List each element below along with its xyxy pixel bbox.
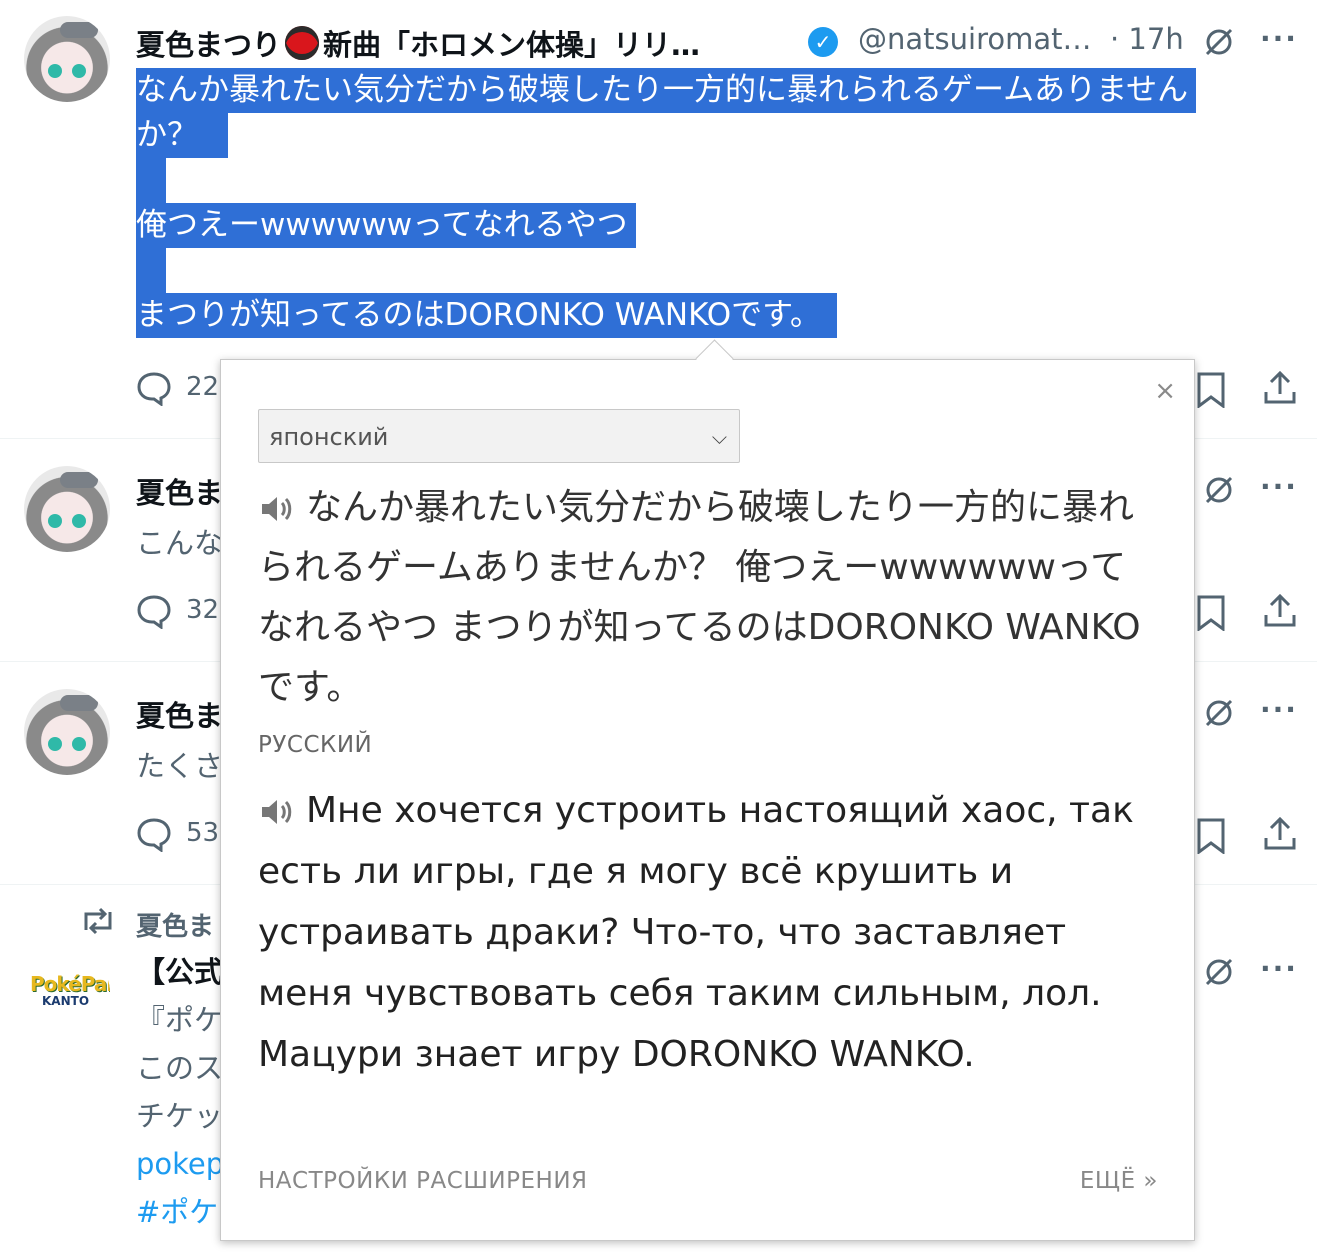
author-name[interactable]: 夏色まつり 新曲「ホロメン体操」リリ… [136, 22, 700, 64]
translated-text: Мне хочется устроить настоящий хаос, так… [258, 790, 1134, 1075]
tweet-time[interactable]: · 17h [1110, 22, 1184, 56]
share-icon[interactable] [1262, 370, 1298, 406]
tweet-link[interactable]: pokep [136, 1140, 224, 1188]
retweeted-by[interactable]: 夏色ま [136, 906, 214, 943]
tweet-text: たくさ [136, 749, 224, 783]
verified-badge-icon: ✓ [808, 27, 838, 57]
bookmark-icon[interactable] [1196, 818, 1226, 854]
close-icon[interactable]: × [1154, 376, 1176, 406]
translator-popup: × японский ⌵ なんか暴れたい気分だから破壊したり一方的に暴れられるゲ… [220, 339, 1195, 1241]
reply-count: 22 [186, 372, 220, 402]
grok-icon[interactable] [1203, 474, 1235, 506]
grok-icon[interactable] [1203, 956, 1235, 988]
avatar[interactable] [24, 466, 110, 552]
more-link[interactable]: ЕЩЁ » [1080, 1168, 1158, 1194]
more-options-icon[interactable]: ··· [1260, 693, 1298, 726]
share-icon[interactable] [1262, 816, 1298, 852]
lantern-emoji-icon [285, 26, 320, 60]
retweet-icon [84, 907, 112, 935]
reply-count: 53 [186, 818, 220, 848]
extension-settings-link[interactable]: НАСТРОЙКИ РАСШИРЕНИЯ [258, 1168, 588, 1194]
pokepark-logo-sub: KANTO [42, 994, 90, 1008]
grok-icon[interactable] [1203, 697, 1235, 729]
avatar[interactable] [24, 16, 110, 102]
reply-icon[interactable] [136, 816, 172, 852]
reply-icon[interactable] [136, 370, 172, 406]
reply-icon[interactable] [136, 593, 172, 629]
speaker-icon[interactable] [258, 797, 296, 827]
bookmark-icon[interactable] [1196, 595, 1226, 631]
source-text: なんか暴れたい気分だから破壊したり一方的に暴れられるゲームありませんか？ 俺つえ… [258, 487, 1141, 708]
avatar[interactable] [24, 689, 110, 775]
hashtag-link[interactable]: #ポケ [136, 1188, 224, 1236]
more-options-icon[interactable]: ··· [1260, 22, 1298, 55]
grok-icon[interactable] [1203, 26, 1235, 58]
chevron-down-icon: ⌵ [711, 425, 727, 449]
bookmark-icon[interactable] [1196, 372, 1226, 408]
share-icon[interactable] [1262, 593, 1298, 629]
author-name[interactable]: 夏色ま [136, 470, 223, 512]
target-language-label: РУССКИЙ [258, 732, 373, 758]
more-options-icon[interactable]: ··· [1260, 952, 1298, 985]
author-name[interactable]: 夏色ま [136, 693, 223, 735]
pokepark-logo: PokéPark [30, 972, 110, 996]
tweet-text: こんな [136, 526, 224, 560]
source-language-select[interactable]: японский ⌵ [258, 409, 740, 463]
tweet-text: 【公式 『ポケ このス チケッ pokep #ポケ [136, 948, 224, 1236]
tweet-text-selected: なんか暴れたい気分だから破壊したり一方的に暴れられるゲームありません か？ 俺つ… [136, 68, 1197, 338]
more-options-icon[interactable]: ··· [1260, 470, 1298, 503]
author-handle[interactable]: @natsuiromat… [858, 22, 1092, 56]
speaker-icon[interactable] [258, 494, 296, 524]
avatar[interactable]: PokéPark KANTO [24, 950, 110, 1036]
reply-count: 32 [186, 595, 220, 625]
